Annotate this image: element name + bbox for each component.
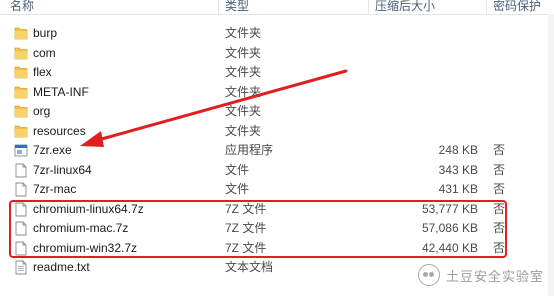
column-type-header[interactable]: 类型 — [219, 0, 369, 14]
file-name: 7zr-mac — [33, 182, 77, 196]
file-type: 应用程序 — [225, 143, 274, 157]
file-type: 文件夹 — [225, 104, 262, 118]
file-name: org — [33, 104, 51, 118]
file-type: 文件夹 — [225, 84, 262, 99]
column-header: 名称 类型 压缩后大小 密码保护 — [0, 0, 554, 15]
file-row[interactable]: 7zr-linux64 文件 343 KB 否 — [0, 161, 554, 181]
file-name: META-INF — [33, 84, 89, 99]
file-type: 文件夹 — [225, 65, 262, 79]
file-row[interactable]: 7zr-mac 文件 431 KB 否 — [0, 180, 554, 200]
file-row[interactable]: META-INF 文件夹 — [0, 83, 554, 103]
watermark-text: 土豆安全实验室 — [446, 268, 545, 284]
file-size: 343 KB — [438, 162, 478, 177]
file-row[interactable]: flex 文件夹 — [0, 63, 554, 83]
folder-icon — [14, 124, 28, 139]
file-row[interactable]: 7zr.exe 应用程序 248 KB 否 — [0, 141, 554, 161]
column-size-header[interactable]: 压缩后大小 — [369, 0, 487, 14]
file-type: 文本文档 — [225, 260, 274, 274]
file-name: flex — [33, 65, 52, 79]
file-name: com — [33, 45, 56, 60]
column-protected-header[interactable]: 密码保护 — [487, 0, 554, 14]
file-type: 文件 — [225, 162, 250, 177]
watermark: 土豆安全实验室 — [418, 263, 544, 287]
folder-icon — [14, 46, 28, 61]
file-type: 文件 — [225, 182, 250, 196]
file-icon — [14, 182, 28, 197]
file-size: 248 KB — [438, 143, 478, 157]
file-name: readme.txt — [33, 260, 90, 274]
file-name: 7zr-linux64 — [33, 162, 92, 177]
file-name: 7zr.exe — [33, 143, 72, 157]
text-file-icon — [14, 260, 28, 275]
column-name-header[interactable]: 名称 — [0, 0, 219, 14]
exe-icon — [14, 143, 28, 158]
file-protected: 否 — [493, 162, 506, 177]
file-type: 文件夹 — [225, 45, 262, 60]
file-protected: 否 — [493, 182, 506, 196]
folder-icon — [14, 85, 28, 100]
folder-icon — [14, 26, 28, 41]
file-row[interactable]: burp 文件夹 — [0, 24, 554, 44]
file-size: 431 KB — [438, 182, 478, 196]
sort-indicator-icon — [402, 0, 410, 1]
folder-icon — [14, 104, 28, 119]
vertical-scrollbar[interactable] — [548, 14, 554, 296]
folder-icon — [14, 65, 28, 80]
file-icon — [14, 163, 28, 178]
highlight-box — [9, 200, 507, 258]
file-row[interactable]: org 文件夹 — [0, 102, 554, 122]
wechat-icon — [418, 264, 440, 286]
file-row[interactable]: com 文件夹 — [0, 44, 554, 64]
file-row[interactable]: resources 文件夹 — [0, 122, 554, 142]
file-type: 文件夹 — [225, 123, 262, 138]
file-name: burp — [33, 26, 58, 40]
file-protected: 否 — [493, 143, 506, 157]
file-type: 文件夹 — [225, 26, 262, 40]
file-name: resources — [33, 123, 86, 138]
